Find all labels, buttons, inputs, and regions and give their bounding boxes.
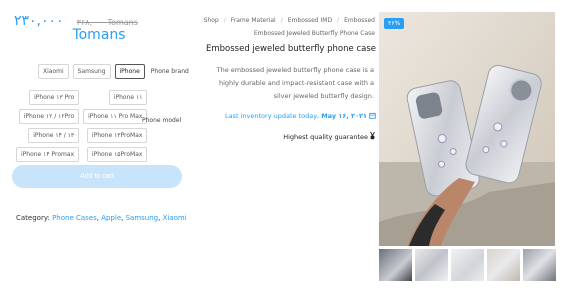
model-chip[interactable]: iPhone ۱۱ Pro Max [83,109,148,124]
thumbnail-strip [379,249,556,281]
price-currency: Tomans [72,27,126,43]
breadcrumb-embossed[interactable]: Embossed [344,17,375,24]
brand-chip-samsung[interactable]: Samsung [72,64,111,79]
model-chip[interactable]: iPhone ۱۳ Pro [29,90,80,105]
product-image[interactable]: ۳۶% [379,12,555,246]
quality-guarantee: Highest quality guarantee [200,131,376,141]
thumbnail[interactable] [451,249,484,281]
brand-chip-xiaomi[interactable]: Xiaomi [38,64,69,79]
brand-chip-iphone[interactable]: iPhone [114,64,145,79]
discount-badge: ۳۶% [384,18,405,29]
breadcrumb: Shop / Frame Material / Embossed IMD / Embosse… [203,17,375,37]
category-link-phone-cases[interactable]: Phone Cases [52,214,97,222]
model-chip[interactable]: iPhone ۱۲ / ۱۲Pro [18,109,80,124]
model-chip[interactable]: iPhone ۱۴ / ۱۳ [28,128,80,143]
breadcrumb-shop[interactable]: Shop [204,17,219,24]
brand-label: Phone brand [150,68,189,75]
breadcrumb-current: Embossed Jeweled Butterfly Phone Case [253,30,375,37]
current-price: ۲۳۰,۰۰۰ [14,13,64,29]
product-photo [379,12,555,246]
calendar-icon [369,112,376,119]
product-title: Embossed jeweled butterfly phone case [206,44,376,54]
model-chip[interactable]: iPhone ۱۵ProMax [86,147,148,162]
breadcrumb-frame-material[interactable]: Frame Material [231,17,276,24]
medal-icon [370,131,375,140]
product-description: The embossed jeweled butterfly phone cas… [216,66,374,100]
old-price: ۳۶۸,۰۰۰ Tomans [76,18,138,27]
thumbnail[interactable] [415,249,448,281]
thumbnail[interactable] [523,249,556,281]
model-options: iPhone ۱۳ Pro iPhone ۱۱ iPhone ۱۲ / ۱۲Pr… [16,90,148,162]
thumbnail[interactable] [487,249,520,281]
add-to-cart-button[interactable]: Add to cart [12,165,182,188]
price-block: ۲۳۰,۰۰۰ ۳۶۸,۰۰۰ Tomans Tomans [14,10,184,43]
thumbnail[interactable] [379,249,412,281]
model-chip[interactable]: iPhone ۱۱ [108,90,148,105]
category-line: Category: Phone Cases, Apple, Samsung, X… [16,214,187,222]
category-link-samsung[interactable]: Samsung [126,214,159,222]
model-chip[interactable]: iPhone ۱۴ Promax [16,147,80,162]
category-link-apple[interactable]: Apple [101,214,121,222]
category-label: Category: [16,214,50,222]
breadcrumb-embossed-imd[interactable]: Embossed IMD [288,17,332,24]
model-label: Phone model [142,117,182,124]
inventory-date: May ۱۶, ۲۰۲۱ [321,112,367,120]
category-link-xiaomi[interactable]: Xiaomi [163,214,187,222]
inventory-update: Last inventory update today, May ۱۶, ۲۰۲… [200,112,376,120]
model-chip[interactable]: iPhone ۱۳ProMax [86,128,148,143]
brand-options: Xiaomi Samsung iPhone Phone brand [38,64,189,79]
